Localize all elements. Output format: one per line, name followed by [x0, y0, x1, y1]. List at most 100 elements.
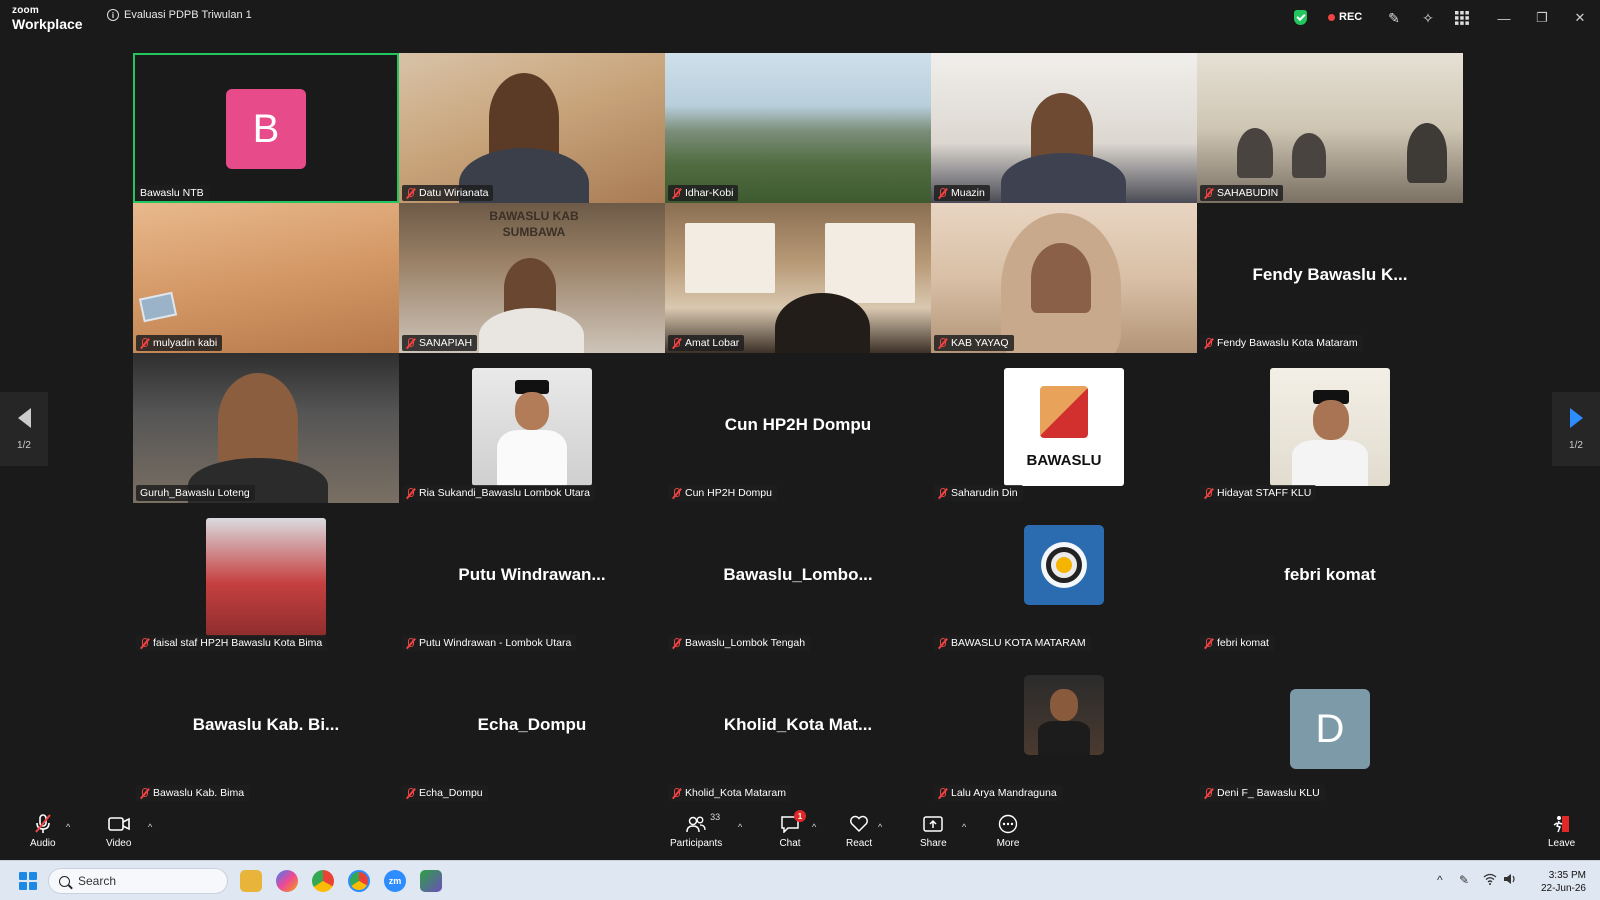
participant-name: SAHABUDIN: [1200, 185, 1284, 201]
react-button[interactable]: React: [846, 814, 872, 849]
mic-muted-icon: [1204, 337, 1213, 349]
participant-tile[interactable]: Hidayat STAFF KLU: [1197, 353, 1463, 503]
share-label: Share: [920, 838, 947, 849]
participants-options-caret-icon[interactable]: ^: [738, 822, 742, 832]
brand-top: zoom: [12, 5, 39, 16]
avatar: D: [1290, 689, 1370, 769]
info-icon[interactable]: i: [107, 9, 119, 21]
participant-tile[interactable]: Amat Lobar: [665, 203, 931, 353]
participant-tile[interactable]: Guruh_Bawaslu Loteng: [133, 353, 399, 503]
participant-tile[interactable]: BAWASLU KOTA MATARAM: [931, 503, 1197, 653]
video-person: [1407, 123, 1447, 183]
participant-tile[interactable]: febri komat febri komat: [1197, 503, 1463, 653]
participants-button[interactable]: 33 Participants: [670, 812, 722, 849]
windows-start-icon[interactable]: [19, 872, 37, 890]
volume-icon[interactable]: [1503, 873, 1517, 888]
participant-tile[interactable]: Cun HP2H Dompu Cun HP2H Dompu: [665, 353, 931, 503]
participant-tile[interactable]: Muazin: [931, 53, 1197, 203]
chat-options-caret-icon[interactable]: ^: [812, 822, 816, 832]
mic-muted-icon: [938, 637, 947, 649]
ai-sparkle-icon[interactable]: ✧: [1418, 8, 1438, 28]
participant-tile[interactable]: Idhar-Kobi: [665, 53, 931, 203]
participant-name: KAB YAYAQ: [934, 335, 1014, 351]
minimize-icon[interactable]: —: [1494, 8, 1514, 28]
page-indicator-right: 1/2: [1569, 439, 1583, 451]
participant-name: Saharudin Din: [934, 485, 1023, 501]
participant-tile[interactable]: mulyadin kabi: [133, 203, 399, 353]
share-screen-icon: [921, 814, 945, 834]
participant-tile[interactable]: Kholid_Kota Mat... Kholid_Kota Mataram: [665, 653, 931, 803]
chat-icon: 1: [778, 810, 806, 834]
previous-page-button[interactable]: 1/2: [0, 392, 48, 466]
chat-unread-badge: 1: [794, 810, 806, 822]
participant-tile[interactable]: Putu Windrawan... Putu Windrawan - Lombo…: [399, 503, 665, 653]
video-person: [218, 373, 298, 468]
wifi-icon[interactable]: [1483, 873, 1497, 888]
participant-tile[interactable]: Bawaslu_Lombo... Bawaslu_Lombok Tengah: [665, 503, 931, 653]
participant-name: febri komat: [1200, 635, 1274, 651]
video-person: [1292, 133, 1326, 178]
leave-door-icon: [1550, 814, 1574, 834]
restore-icon[interactable]: ❐: [1532, 8, 1552, 28]
video-button[interactable]: Video: [106, 814, 131, 849]
meeting-info[interactable]: i Evaluasi PDPB Triwulan 1: [107, 9, 252, 21]
file-explorer-icon[interactable]: [240, 870, 262, 892]
participant-name: Bawaslu_Lombok Tengah: [668, 635, 811, 651]
encryption-shield-icon[interactable]: [1294, 10, 1307, 25]
next-page-button[interactable]: 1/2: [1552, 392, 1600, 466]
apps-grid-icon[interactable]: [1452, 8, 1472, 28]
copilot-icon[interactable]: [276, 870, 298, 892]
participant-name: Cun HP2H Dompu: [668, 485, 777, 501]
participant-tile[interactable]: BAWASLU KAB SUMBAWA SANAPIAH: [399, 203, 665, 353]
pen-icon[interactable]: ✎: [1384, 8, 1404, 28]
audio-options-caret-icon[interactable]: ^: [66, 822, 70, 832]
app-icon[interactable]: [420, 870, 442, 892]
participant-tile[interactable]: Datu Wirianata: [399, 53, 665, 203]
participant-name: BAWASLU KOTA MATARAM: [934, 635, 1091, 651]
participant-count: 33: [710, 812, 721, 822]
participant-tile[interactable]: B Bawaslu NTB: [133, 53, 399, 203]
taskbar-clock[interactable]: 3:35 PM 22-Jun-26: [1541, 869, 1586, 895]
gallery-grid: B Bawaslu NTB Datu Wirianata Idhar-Kobi …: [133, 53, 1467, 803]
chrome-icon[interactable]: [312, 870, 334, 892]
search-placeholder: Search: [78, 874, 117, 888]
participant-tile[interactable]: Ria Sukandi_Bawaslu Lombok Utara: [399, 353, 665, 503]
page-indicator-left: 1/2: [17, 439, 31, 451]
participant-tile[interactable]: Lalu Arya Mandraguna: [931, 653, 1197, 803]
arrow-right-icon: [1569, 407, 1583, 428]
participants-icon: 33: [684, 812, 720, 834]
participant-tile[interactable]: D Deni F_ Bawaslu KLU: [1197, 653, 1463, 803]
participant-tile[interactable]: BAWASLU Saharudin Din: [931, 353, 1197, 503]
participant-tile[interactable]: faisal staf HP2H Bawaslu Kota Bima: [133, 503, 399, 653]
react-options-caret-icon[interactable]: ^: [878, 822, 882, 832]
leave-button[interactable]: Leave: [1548, 814, 1575, 849]
share-button[interactable]: Share: [920, 814, 947, 849]
mic-muted-icon: [672, 337, 681, 349]
share-options-caret-icon[interactable]: ^: [962, 822, 966, 832]
tray-overflow-icon[interactable]: ^: [1437, 873, 1443, 887]
more-button[interactable]: More: [996, 814, 1020, 849]
video-options-caret-icon[interactable]: ^: [148, 822, 152, 832]
chrome-profile-icon[interactable]: [348, 870, 370, 892]
mic-muted-icon: [672, 187, 681, 199]
participant-display-name: Cun HP2H Dompu: [724, 415, 872, 434]
pen-tray-icon[interactable]: ✎: [1459, 873, 1469, 887]
participant-tile[interactable]: Echa_Dompu Echa_Dompu: [399, 653, 665, 803]
close-icon[interactable]: ✕: [1570, 8, 1590, 28]
zoom-logo: zoom Workplace: [12, 5, 83, 32]
participant-tile[interactable]: Bawaslu Kab. Bi... Bawaslu Kab. Bima: [133, 653, 399, 803]
zoom-app-icon[interactable]: zm: [384, 870, 406, 892]
mic-muted-icon: [31, 814, 55, 834]
taskbar-search[interactable]: Search: [48, 868, 228, 894]
participant-display-name: Kholid_Kota Mat...: [723, 715, 873, 734]
avatar: [472, 368, 592, 486]
audio-label: Audio: [30, 838, 56, 849]
participant-tile[interactable]: SAHABUDIN: [1197, 53, 1463, 203]
chat-button[interactable]: 1 Chat: [778, 810, 806, 849]
participant-tile[interactable]: Fendy Bawaslu K... Fendy Bawaslu Kota Ma…: [1197, 203, 1463, 353]
participant-name: SANAPIAH: [402, 335, 478, 351]
audio-button[interactable]: Audio: [30, 814, 56, 849]
participant-tile[interactable]: KAB YAYAQ: [931, 203, 1197, 353]
recording-indicator[interactable]: REC: [1328, 11, 1362, 23]
mic-muted-icon: [140, 787, 149, 799]
